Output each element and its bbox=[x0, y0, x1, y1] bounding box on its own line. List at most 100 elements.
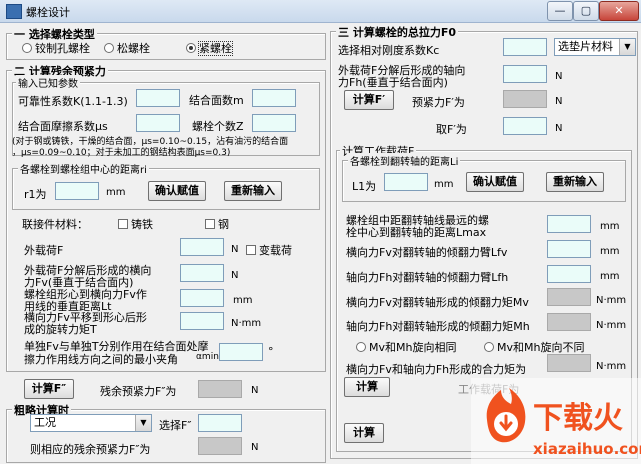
lfv-unit: mm bbox=[600, 246, 620, 257]
bolt-distance-title: 各螺栓到螺栓组中心的距离ri bbox=[18, 161, 149, 176]
radio-circle bbox=[22, 43, 32, 53]
total-tension-title: 三 计算螺栓的总拉力F0 bbox=[336, 24, 458, 40]
r1-label: r1为 bbox=[24, 188, 47, 201]
lt-unit: mm bbox=[233, 295, 253, 306]
external-load-unit: N bbox=[231, 244, 239, 255]
resultant-moment-output bbox=[547, 354, 591, 372]
reliability-label: 可靠性系数K(1.1-1.3) bbox=[18, 95, 128, 108]
lfv-label: 横向力Fv对翻转轴的倾翻力臂Lfv bbox=[346, 246, 508, 259]
resultant-moment-unit: N·mm bbox=[596, 361, 627, 372]
mv-label: 横向力Fv对翻转轴形成的倾翻力矩Mv bbox=[346, 296, 529, 309]
radio-loose-bolt[interactable]: 松螺栓 bbox=[104, 40, 150, 56]
mh-unit: N·mm bbox=[596, 320, 627, 331]
radio-tight-bolt[interactable]: 紧螺栓 bbox=[186, 40, 233, 56]
fh-input[interactable] bbox=[503, 65, 547, 83]
torque-unit: N·mm bbox=[231, 318, 262, 329]
residual-result-output bbox=[198, 380, 242, 398]
fv-unit: N bbox=[231, 270, 239, 281]
preload-output bbox=[503, 90, 547, 108]
watermark-url: xiazaihuo.com bbox=[533, 440, 641, 458]
radio-circle-selected bbox=[186, 43, 196, 53]
mh-output bbox=[547, 313, 591, 331]
minimize-button[interactable]: — bbox=[547, 1, 573, 21]
checkbox-cast-iron[interactable]: 铸铁 bbox=[118, 216, 153, 232]
radio-circle bbox=[356, 342, 366, 352]
take-preload-label: 取F′为 bbox=[436, 123, 467, 136]
lfv-input[interactable] bbox=[547, 240, 591, 258]
amin-unit: ° bbox=[268, 345, 274, 358]
preload-unit: N bbox=[555, 96, 563, 107]
stiffness-input[interactable] bbox=[503, 38, 547, 56]
close-button[interactable]: ✕ bbox=[599, 1, 639, 21]
lfh-input[interactable] bbox=[547, 265, 591, 283]
title-bar: 螺栓设计 — ▢ ✕ bbox=[0, 0, 641, 23]
amin-subscript: αmin bbox=[196, 352, 219, 362]
radio-circle bbox=[484, 342, 494, 352]
joint-count-input[interactable] bbox=[252, 89, 296, 107]
maximize-button[interactable]: ▢ bbox=[573, 1, 599, 21]
torque-label-line2: 成的旋转力矩T bbox=[24, 323, 97, 336]
stiffness-label: 选择相对刚度系数Kc bbox=[338, 44, 440, 57]
checkbox-box bbox=[246, 245, 256, 255]
radio-circle bbox=[104, 43, 114, 53]
calc-residual-button[interactable]: 计算F″ bbox=[24, 379, 74, 399]
reliability-input[interactable] bbox=[136, 89, 180, 107]
choose-residual-label: 选择F″ bbox=[159, 419, 192, 432]
calc-preload-button[interactable]: 计算F′ bbox=[344, 90, 394, 110]
condition-select[interactable]: 工况 ▼ bbox=[30, 414, 152, 432]
mv-output bbox=[547, 288, 591, 306]
residual-result-unit: N bbox=[251, 385, 259, 396]
chevron-down-icon[interactable]: ▼ bbox=[135, 415, 151, 431]
mh-label: 轴向力Fh对翻转轴形成的倾翻力矩Mh bbox=[346, 320, 530, 333]
checkbox-steel[interactable]: 钢 bbox=[205, 216, 229, 232]
friction-note-line2: ，μs=0.09~0.10；对于未加工的钢结构表面μs=0.3) bbox=[12, 148, 231, 158]
known-params-title: 输入已知参数 bbox=[16, 75, 80, 90]
friction-input[interactable] bbox=[136, 114, 180, 132]
lmax-unit: mm bbox=[600, 221, 620, 232]
lt-input[interactable] bbox=[180, 289, 224, 307]
choose-residual-input[interactable] bbox=[198, 414, 242, 432]
take-preload-input[interactable] bbox=[503, 117, 547, 135]
flip-reinput-button[interactable]: 重新输入 bbox=[546, 172, 604, 192]
r1-unit: mm bbox=[106, 187, 126, 198]
watermark-brand: 下载火 bbox=[533, 401, 623, 436]
amin-input[interactable] bbox=[219, 343, 263, 361]
r1-input[interactable] bbox=[55, 182, 99, 200]
checkbox-variable-load[interactable]: 变载荷 bbox=[246, 242, 292, 258]
preload-label: 预紧力F′为 bbox=[412, 96, 465, 109]
flip-axis-distance-title: 各螺栓到翻转轴的距离Li bbox=[348, 153, 461, 168]
checkbox-box bbox=[118, 219, 128, 229]
torque-input[interactable] bbox=[180, 312, 224, 330]
l1-input[interactable] bbox=[384, 173, 428, 191]
resultant-moment-label: 横向力Fv和轴向力Fh形成的合力矩为 bbox=[346, 363, 527, 376]
material-label: 联接件材料： bbox=[22, 218, 88, 231]
window-title: 螺栓设计 bbox=[26, 6, 70, 19]
reinput-button[interactable]: 重新输入 bbox=[224, 181, 282, 201]
mv-unit: N·mm bbox=[596, 295, 627, 306]
rough-result-output bbox=[198, 437, 242, 455]
watermark-logo: 下载火 xiazaihuo.com bbox=[471, 378, 641, 464]
fv-input[interactable] bbox=[180, 264, 224, 282]
bolt-count-label: 螺栓个数Z bbox=[192, 120, 244, 133]
take-preload-unit: N bbox=[555, 123, 563, 134]
joint-count-label: 结合面数m bbox=[189, 94, 244, 107]
friction-label: 结合面摩擦系数μs bbox=[18, 120, 108, 133]
confirm-value-button[interactable]: 确认赋值 bbox=[148, 181, 206, 201]
external-load-label: 外载荷F bbox=[24, 244, 64, 257]
app-icon bbox=[6, 4, 22, 19]
radio-reamed-bolt[interactable]: 铰制孔螺栓 bbox=[22, 40, 90, 56]
residual-result-label: 残余预紧力F″为 bbox=[100, 385, 177, 398]
fh-unit: N bbox=[555, 71, 563, 82]
calc-work-load-button[interactable]: 计算 bbox=[344, 377, 390, 397]
bolt-count-input[interactable] bbox=[252, 114, 296, 132]
radio-different-direction[interactable]: Mv和Mh旋向不同 bbox=[484, 339, 584, 355]
flip-confirm-value-button[interactable]: 确认赋值 bbox=[466, 172, 524, 192]
lmax-label-line2: 栓中心到翻转轴的距离Lmax bbox=[346, 226, 487, 239]
external-load-input[interactable] bbox=[180, 238, 224, 256]
chevron-down-icon[interactable]: ▼ bbox=[619, 39, 635, 55]
fh-label-line2: 力Fh(垂直于结合面内) bbox=[338, 76, 448, 89]
radio-same-direction[interactable]: Mv和Mh旋向相同 bbox=[356, 339, 456, 355]
lmax-input[interactable] bbox=[547, 215, 591, 233]
gasket-material-select[interactable]: 选垫片材料 ▼ bbox=[554, 38, 636, 56]
calc-total-tension-button[interactable]: 计算 bbox=[344, 423, 384, 443]
